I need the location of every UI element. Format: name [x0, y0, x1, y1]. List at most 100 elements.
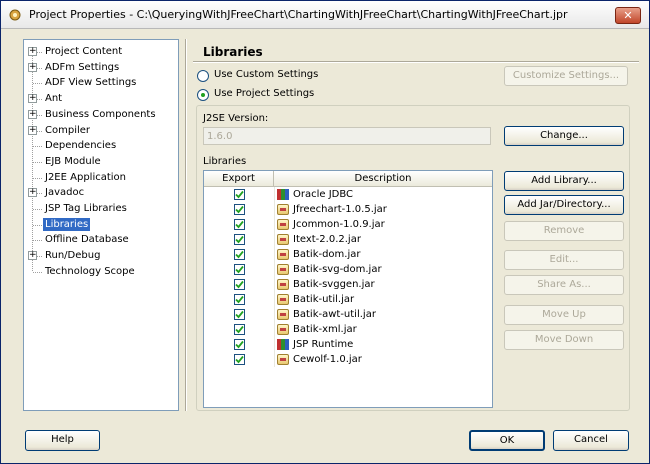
table-row[interactable]: Batik-svg-dom.jar [204, 262, 492, 277]
tree-item[interactable]: + Javadoc [24, 185, 178, 200]
move-up-button[interactable]: Move Up [504, 305, 624, 325]
tree-item[interactable]: EJB Module [24, 154, 178, 169]
tree-item-label: Run/Debug [45, 250, 101, 262]
export-checkbox[interactable] [234, 279, 245, 290]
j2se-version-label: J2SE Version: [203, 113, 269, 124]
jar-icon [277, 354, 289, 365]
change-button[interactable]: Change... [504, 126, 624, 146]
libraries-label: Libraries [203, 156, 247, 167]
tree-item-label: ADF View Settings [45, 77, 137, 89]
tree-item-label: J2EE Application [45, 171, 127, 183]
expand-icon[interactable]: + [28, 251, 37, 261]
export-checkbox[interactable] [234, 339, 245, 350]
library-name: Batik-dom.jar [293, 249, 361, 260]
radio-selected-icon[interactable] [197, 89, 209, 101]
close-button[interactable]: ✕ [615, 7, 641, 24]
j2se-version-field[interactable]: 1.6.0 [203, 127, 491, 145]
move-down-button[interactable]: Move Down [504, 330, 624, 350]
library-name: Batik-xml.jar [293, 324, 357, 335]
panel-divider [185, 39, 187, 411]
export-checkbox[interactable] [234, 324, 245, 335]
export-checkbox[interactable] [234, 234, 245, 245]
tree-item[interactable]: + ADFm Settings [24, 60, 178, 75]
add-library-button[interactable]: Add Library... [504, 171, 624, 191]
tree-item[interactable]: Offline Database [24, 232, 178, 247]
table-row[interactable]: Jcommon-1.0.9.jar [204, 217, 492, 232]
tree-item[interactable]: ADF View Settings [24, 75, 178, 90]
export-checkbox[interactable] [234, 264, 245, 275]
tree-item[interactable]: Technology Scope [24, 264, 178, 279]
add-jar-directory-button[interactable]: Add Jar/Directory... [504, 195, 624, 215]
export-checkbox[interactable] [234, 204, 245, 215]
tree-item[interactable]: + Business Components [24, 107, 178, 122]
settings-tree[interactable]: + Project Content + ADFm Settings ADF View S… [23, 39, 179, 411]
table-row[interactable]: Batik-awt-util.jar [204, 307, 492, 322]
help-button[interactable]: Help [25, 430, 100, 451]
library-name: Cewolf-1.0.jar [293, 354, 362, 365]
tree-branch-line [33, 177, 42, 179]
library-name: Batik-util.jar [293, 294, 355, 305]
expand-icon[interactable]: + [28, 62, 37, 72]
column-header-export[interactable]: Export [204, 171, 274, 187]
column-separator [274, 277, 275, 292]
expand-icon[interactable]: + [28, 94, 37, 104]
export-checkbox[interactable] [234, 249, 245, 260]
column-separator [274, 292, 275, 307]
export-checkbox[interactable] [234, 189, 245, 200]
expand-icon[interactable]: + [28, 125, 37, 135]
column-separator [274, 322, 275, 337]
tree-item[interactable]: + Project Content [24, 44, 178, 59]
tree-item[interactable]: Dependencies [24, 138, 178, 153]
remove-button[interactable]: Remove [504, 221, 624, 241]
table-row[interactable]: Cewolf-1.0.jar [204, 352, 492, 367]
radio-unselected-icon[interactable] [197, 70, 209, 82]
share-as-button[interactable]: Share As... [504, 275, 624, 295]
column-separator [274, 262, 275, 277]
customize-settings-button[interactable]: Customize Settings... [504, 66, 628, 86]
tree-branch-line [33, 224, 42, 226]
checkmark-icon [235, 355, 244, 364]
libraries-table[interactable]: Export Description Oracle JDBC Jfreechart… [203, 170, 493, 408]
expand-icon[interactable]: + [28, 47, 37, 56]
library-name: Itext-2.0.2.jar [293, 234, 361, 245]
table-row[interactable]: Oracle JDBC [204, 187, 492, 202]
tree-item[interactable]: Libraries [24, 217, 178, 232]
tree-item[interactable]: + Ant [24, 91, 178, 106]
table-row[interactable]: Jfreechart-1.0.5.jar [204, 202, 492, 217]
project-properties-icon [9, 9, 21, 21]
table-row[interactable]: Batik-util.jar [204, 292, 492, 307]
edit-button[interactable]: Edit... [504, 250, 624, 270]
table-row[interactable]: Batik-xml.jar [204, 322, 492, 337]
library-icon [277, 189, 289, 200]
export-checkbox[interactable] [234, 309, 245, 320]
tree-branch-line [33, 83, 42, 85]
expand-icon[interactable]: + [28, 188, 37, 198]
export-checkbox[interactable] [234, 294, 245, 305]
column-separator [274, 247, 275, 262]
title-separator [193, 61, 639, 63]
tree-item-label: Technology Scope [45, 265, 135, 277]
library-name: Batik-svggen.jar [293, 279, 375, 290]
cancel-button[interactable]: Cancel [553, 430, 629, 451]
tree-item-label: ADFm Settings [45, 61, 120, 73]
table-row[interactable]: Batik-svggen.jar [204, 277, 492, 292]
export-checkbox[interactable] [234, 219, 245, 230]
tree-item[interactable]: JSP Tag Libraries [24, 201, 178, 216]
table-row[interactable]: Batik-dom.jar [204, 247, 492, 262]
use-project-settings-label: Use Project Settings [214, 88, 315, 99]
tree-item[interactable]: + Compiler [24, 123, 178, 138]
title-bar[interactable]: Project Properties - C:\QueryingWithJFre… [1, 1, 649, 29]
jar-icon [277, 234, 289, 245]
expand-icon[interactable]: + [28, 109, 37, 119]
table-row[interactable]: Itext-2.0.2.jar [204, 232, 492, 247]
tree-item[interactable]: + Run/Debug [24, 248, 178, 263]
jar-icon [277, 249, 289, 260]
column-header-description[interactable]: Description [274, 171, 492, 187]
column-separator [274, 202, 275, 217]
tree-item[interactable]: J2EE Application [24, 170, 178, 185]
table-row[interactable]: JSP Runtime [204, 337, 492, 352]
ok-button[interactable]: OK [469, 430, 545, 451]
checkmark-icon [235, 280, 244, 289]
export-checkbox[interactable] [234, 354, 245, 365]
jar-icon [277, 309, 289, 320]
